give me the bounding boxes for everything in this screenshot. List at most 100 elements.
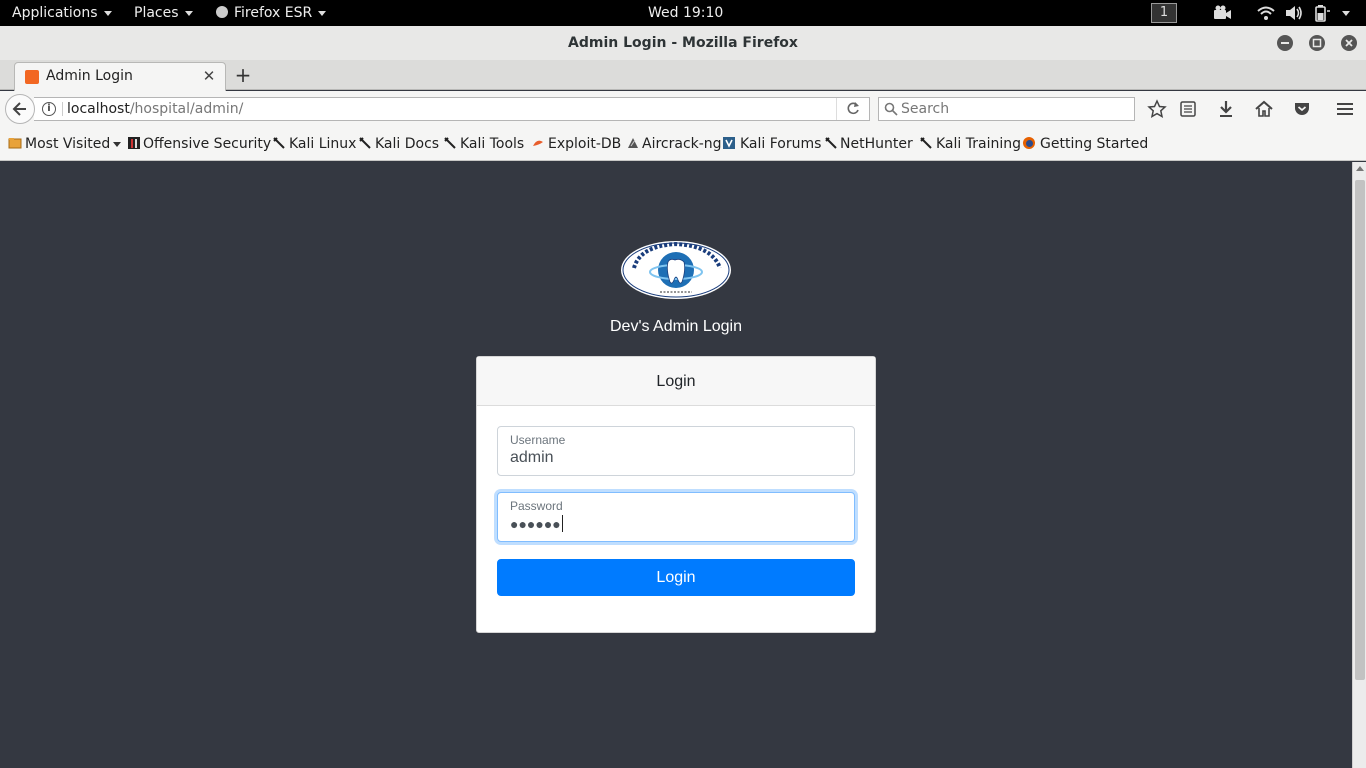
site-info-icon[interactable]: i <box>42 102 56 116</box>
window-title-bar: Admin Login - Mozilla Firefox <box>0 26 1366 60</box>
bookmark-getting-started[interactable]: Getting Started <box>1022 127 1148 161</box>
offsec-icon <box>128 137 140 149</box>
bookmark-offensive-security[interactable]: Offensive Security <box>127 127 271 161</box>
bookmark-label: Offensive Security <box>143 136 272 152</box>
hamburger-menu-icon[interactable] <box>1335 99 1355 119</box>
bookmark-label: Kali Tools <box>460 136 525 152</box>
bookmark-kali-linux[interactable]: Kali Linux <box>272 127 356 161</box>
chevron-down-icon <box>318 10 327 16</box>
folder-icon <box>8 138 22 149</box>
bookmark-aircrack-ng[interactable]: Aircrack-ng <box>626 127 722 161</box>
reload-icon <box>847 102 859 115</box>
url-host: localhost <box>67 101 130 117</box>
url-text[interactable]: localhost/hospital/admin/ <box>67 98 243 120</box>
close-window-button[interactable] <box>1341 35 1357 51</box>
bookmark-label: Kali Linux <box>289 136 357 152</box>
reading-list-icon[interactable] <box>1178 99 1198 119</box>
camera-icon[interactable] <box>1212 4 1232 22</box>
url-path: /hospital/admin/ <box>129 101 244 117</box>
page-title: Dev's Admin Login <box>609 318 742 335</box>
login-button[interactable]: Login <box>497 559 855 596</box>
minimize-button[interactable] <box>1277 35 1293 51</box>
chevron-down-icon <box>103 10 112 16</box>
pocket-icon[interactable] <box>1292 99 1312 119</box>
applications-label: Applications <box>12 5 98 21</box>
kali-icon <box>273 137 285 149</box>
close-icon <box>1345 39 1353 47</box>
username-label: Username <box>510 433 566 447</box>
kali-icon <box>920 137 932 149</box>
bookmark-label: Kali Forums <box>740 136 822 152</box>
exploitdb-icon <box>533 140 543 146</box>
back-button[interactable] <box>5 94 35 124</box>
app-menu[interactable]: Firefox ESR <box>216 0 327 26</box>
new-tab-button[interactable]: + <box>232 62 254 88</box>
battery-icon[interactable] <box>1312 4 1332 22</box>
card-title: Login <box>477 357 875 406</box>
text-cursor <box>561 515 563 532</box>
minimize-icon <box>1281 42 1289 44</box>
kali-icon <box>359 137 371 149</box>
search-input[interactable] <box>901 98 1131 120</box>
tab-strip: Admin Login ✕ + <box>0 60 1366 91</box>
bookmark-label: NetHunter <box>840 136 913 152</box>
system-top-bar: Applications Places Firefox ESR Wed 19:1… <box>0 0 1366 26</box>
navigation-bar: i localhost/hospital/admin/ <box>0 91 1366 127</box>
bookmark-label: Exploit-DB <box>548 136 622 152</box>
wifi-icon[interactable] <box>1256 4 1276 22</box>
bookmark-label: Kali Training <box>936 136 1021 152</box>
chevron-down-icon <box>184 10 193 16</box>
download-icon[interactable] <box>1216 99 1236 119</box>
volume-icon[interactable] <box>1284 4 1304 22</box>
scrollbar-thumb[interactable] <box>1355 180 1365 680</box>
bookmark-kali-training[interactable]: Kali Training <box>919 127 1021 161</box>
places-menu[interactable]: Places <box>134 0 193 26</box>
bookmark-exploit-db[interactable]: Exploit-DB <box>531 127 621 161</box>
clock[interactable]: Wed 19:10 <box>648 0 723 26</box>
reload-button[interactable] <box>836 98 869 120</box>
bookmark-star-icon[interactable] <box>1147 99 1167 119</box>
scroll-up-arrow-icon[interactable] <box>1356 166 1364 171</box>
bookmark-label: Aircrack-ng <box>642 136 722 152</box>
back-arrow-icon <box>12 102 26 116</box>
workspace-indicator[interactable]: 1 <box>1151 3 1177 23</box>
bookmark-label: Getting Started <box>1040 136 1149 152</box>
firefox-icon <box>1023 137 1035 149</box>
tab-admin-login[interactable]: Admin Login ✕ <box>14 62 226 91</box>
login-card: Login Username admin Password ●●●●●● Log… <box>476 356 876 633</box>
system-menu-chevron-icon[interactable] <box>1342 11 1350 16</box>
maximize-button[interactable] <box>1309 35 1325 51</box>
bookmark-kali-tools[interactable]: Kali Tools <box>443 127 524 161</box>
page-scrollbar[interactable] <box>1352 162 1366 768</box>
bookmarks-toolbar: Most Visited Offensive Security Kali Lin… <box>0 127 1366 161</box>
username-field[interactable]: Username admin <box>497 426 855 476</box>
bookmark-label: Kali Docs <box>375 136 440 152</box>
bookmark-nethunter[interactable]: NetHunter <box>824 127 913 161</box>
username-value: admin <box>510 449 554 466</box>
xampp-favicon-icon <box>25 70 39 84</box>
url-bar[interactable]: i localhost/hospital/admin/ <box>34 97 870 121</box>
forums-icon <box>723 137 735 149</box>
password-value: ●●●●●● <box>510 515 563 534</box>
password-label: Password <box>510 499 563 513</box>
bookmark-kali-docs[interactable]: Kali Docs <box>358 127 439 161</box>
firefox-icon <box>216 6 228 18</box>
password-field[interactable]: Password ●●●●●● <box>497 492 855 542</box>
bookmark-most-visited[interactable]: Most Visited <box>8 127 122 161</box>
page-content: Dev's Admin Login Login Username admin P… <box>0 162 1352 768</box>
search-icon <box>884 102 898 116</box>
kali-icon <box>444 137 456 149</box>
search-bar[interactable] <box>878 97 1135 121</box>
kali-icon <box>825 137 837 149</box>
places-label: Places <box>134 5 179 21</box>
aircrack-icon <box>628 138 638 148</box>
bookmark-kali-forums[interactable]: Kali Forums <box>722 127 821 161</box>
password-dots: ●●●●●● <box>510 516 561 532</box>
applications-menu[interactable]: Applications <box>12 0 112 26</box>
bookmark-label: Most Visited <box>25 136 111 152</box>
url-separator <box>62 102 63 116</box>
chevron-down-icon <box>113 141 122 147</box>
tab-close-icon[interactable]: ✕ <box>201 68 217 84</box>
home-icon[interactable] <box>1254 99 1274 119</box>
dental-planet-logo <box>621 241 731 299</box>
